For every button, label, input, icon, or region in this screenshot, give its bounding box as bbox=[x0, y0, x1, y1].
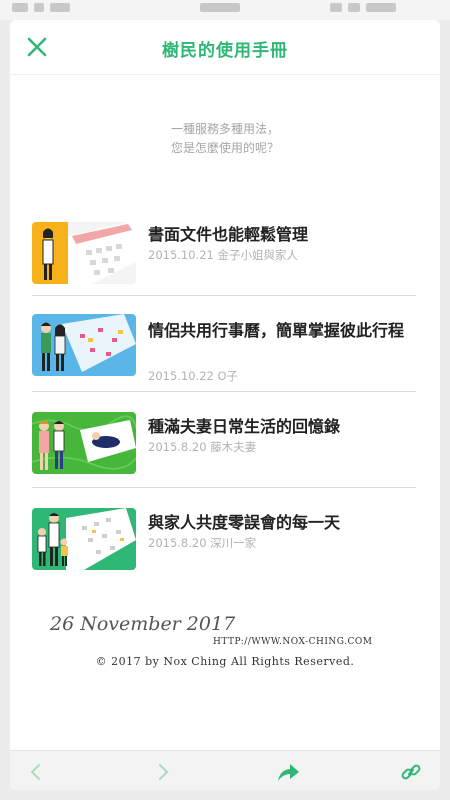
article-thumbnail bbox=[32, 222, 136, 284]
watermark-url: HTTP://WWW.NOX-CHING.COM bbox=[213, 637, 373, 647]
article-item-couple-memories[interactable]: 種滿夫妻日常生活的回憶錄 2015.8.20 藤木夫妻 bbox=[32, 392, 416, 488]
status-right-icons bbox=[330, 3, 396, 12]
header-bar: 樹民的使用手冊 bbox=[10, 20, 440, 75]
article-title: 書面文件也能輕鬆管理 bbox=[148, 225, 309, 244]
chevron-right-icon bbox=[159, 764, 169, 780]
article-title: 與家人共度零誤會的每一天 bbox=[148, 513, 341, 532]
intro-line-1: 一種服務多種用法， bbox=[170, 122, 279, 136]
article-title: 種滿夫妻日常生活的回憶錄 bbox=[148, 417, 341, 436]
article-thumbnail bbox=[32, 412, 136, 474]
article-meta: 2015.10.22 O子 bbox=[148, 369, 239, 383]
webview-panel: 樹民的使用手冊 一種服務多種用法， 您是怎麼使用的呢？ 書面文件也能輕鬆管理 2… bbox=[10, 20, 440, 790]
back-button[interactable] bbox=[25, 761, 47, 783]
close-icon bbox=[27, 37, 47, 57]
chevron-left-icon bbox=[30, 764, 40, 780]
article-meta: 2015.8.20 深川一家 bbox=[148, 536, 257, 550]
article-thumbnail bbox=[32, 508, 136, 570]
article-meta: 2015.10.21 金子小姐與家人 bbox=[148, 248, 298, 262]
forward-button[interactable] bbox=[152, 761, 174, 783]
share-icon bbox=[278, 764, 299, 781]
browser-toolbar bbox=[10, 750, 440, 790]
watermark-copyright: © 2017 by Nox Ching All Rights Reserved. bbox=[95, 655, 355, 668]
article-item-documents[interactable]: 書面文件也能輕鬆管理 2015.10.21 金子小姐與家人 bbox=[32, 200, 416, 296]
intro-line-2: 您是怎麼使用的呢？ bbox=[170, 141, 279, 155]
status-time bbox=[200, 3, 240, 12]
close-button[interactable] bbox=[25, 35, 49, 59]
page-title: 樹民的使用手冊 bbox=[162, 41, 288, 61]
article-thumbnail bbox=[32, 314, 136, 376]
intro-text: 一種服務多種用法， 您是怎麼使用的呢？ bbox=[10, 120, 440, 158]
article-item-couple-calendar[interactable]: 情侶共用行事曆，簡單掌握彼此行程 2015.10.22 O子 bbox=[32, 296, 416, 392]
article-title: 情侶共用行事曆，簡單掌握彼此行程 bbox=[148, 321, 405, 340]
status-bar bbox=[0, 0, 450, 20]
article-item-family[interactable]: 與家人共度零誤會的每一天 2015.8.20 深川一家 bbox=[32, 488, 416, 584]
share-button[interactable] bbox=[276, 761, 299, 783]
link-button[interactable] bbox=[400, 761, 422, 783]
article-meta: 2015.8.20 藤木夫妻 bbox=[148, 440, 257, 454]
link-icon bbox=[401, 764, 421, 780]
status-left-icons bbox=[12, 3, 70, 12]
watermark-date: 26 November 2017 bbox=[50, 613, 236, 635]
